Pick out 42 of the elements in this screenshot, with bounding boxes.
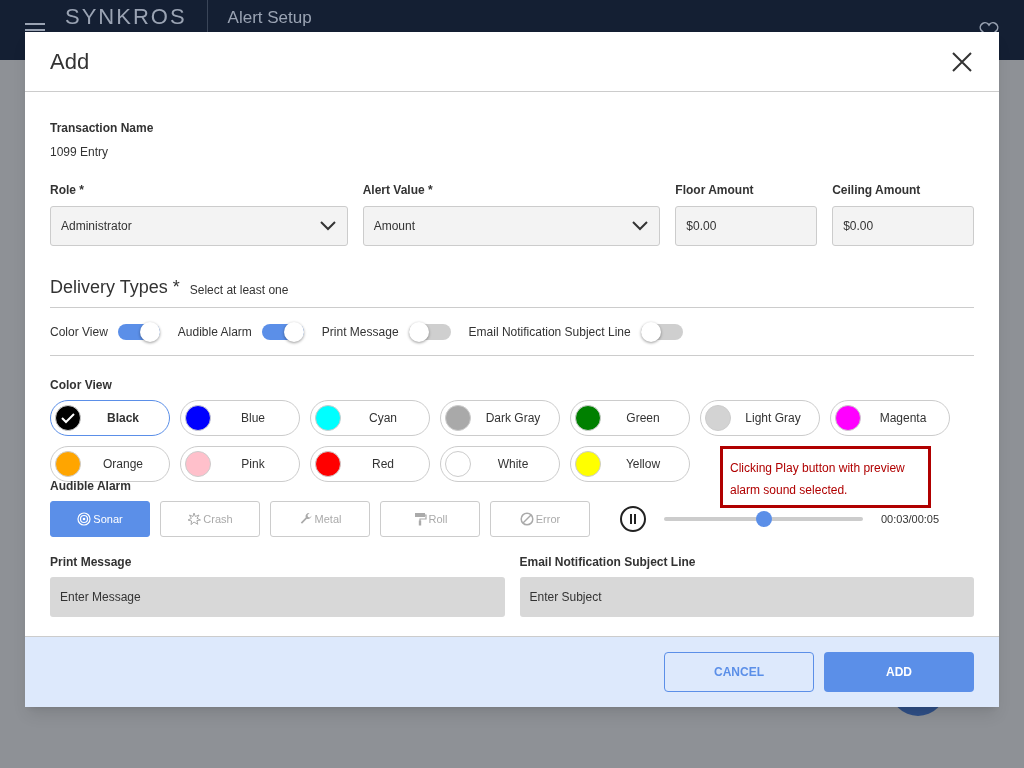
app-logo: SYNKROS	[65, 6, 187, 28]
paint-roller-icon	[412, 512, 427, 526]
field-label: Transaction Name	[50, 120, 155, 137]
section-title: Delivery Types *	[50, 276, 180, 299]
toggle-label: Color View	[50, 323, 108, 341]
chevron-down-icon	[318, 220, 337, 232]
field-label: Alert Value *	[362, 182, 434, 199]
ban-icon	[519, 512, 534, 526]
toggle-label: Email Notification Subject Line	[468, 323, 631, 341]
toggle-switch[interactable]	[640, 323, 683, 340]
slider-thumb[interactable]	[755, 511, 772, 527]
time-readout: 00:03/00:05	[881, 511, 940, 527]
select-field[interactable]: Administrator	[50, 206, 348, 246]
toggle-label: Audible Alarm	[177, 323, 252, 341]
toggle-switch[interactable]	[408, 323, 451, 340]
pause-icon	[628, 514, 638, 524]
field-label: Color View	[50, 377, 113, 394]
field-label: Email Notification Subject Line	[519, 554, 697, 571]
page-title: Alert Setup	[227, 8, 312, 26]
close-icon[interactable]	[952, 51, 972, 72]
chevron-down-icon	[631, 220, 650, 232]
field-label: Ceiling Amount	[832, 182, 922, 199]
hint-text: Select at least one	[189, 282, 289, 299]
pause-button[interactable]	[620, 506, 646, 532]
input-field[interactable]: Enter Message	[50, 577, 505, 617]
toggle-label: Print Message	[321, 323, 399, 341]
toggle-switch[interactable]	[261, 323, 304, 340]
sonar-icon	[77, 512, 92, 526]
currency-input[interactable]: $0.00	[832, 206, 974, 246]
field-label: Role *	[50, 182, 85, 199]
input-field[interactable]: Enter Subject	[519, 577, 974, 617]
toggle-switch[interactable]	[117, 323, 160, 340]
note-box: Clicking Play button with preview alarm sound selected.	[720, 446, 931, 508]
currency-input[interactable]: $0.00	[675, 206, 818, 246]
field-label: Floor Amount	[675, 182, 755, 199]
burst-icon	[187, 512, 202, 526]
field-label: Print Message	[50, 554, 133, 571]
check-icon	[61, 412, 75, 424]
transaction-name: 1099 Entry	[50, 144, 110, 161]
select-field[interactable]: Amount	[362, 206, 661, 246]
wrench-icon	[298, 512, 313, 526]
dialog-title: Add	[50, 48, 90, 76]
